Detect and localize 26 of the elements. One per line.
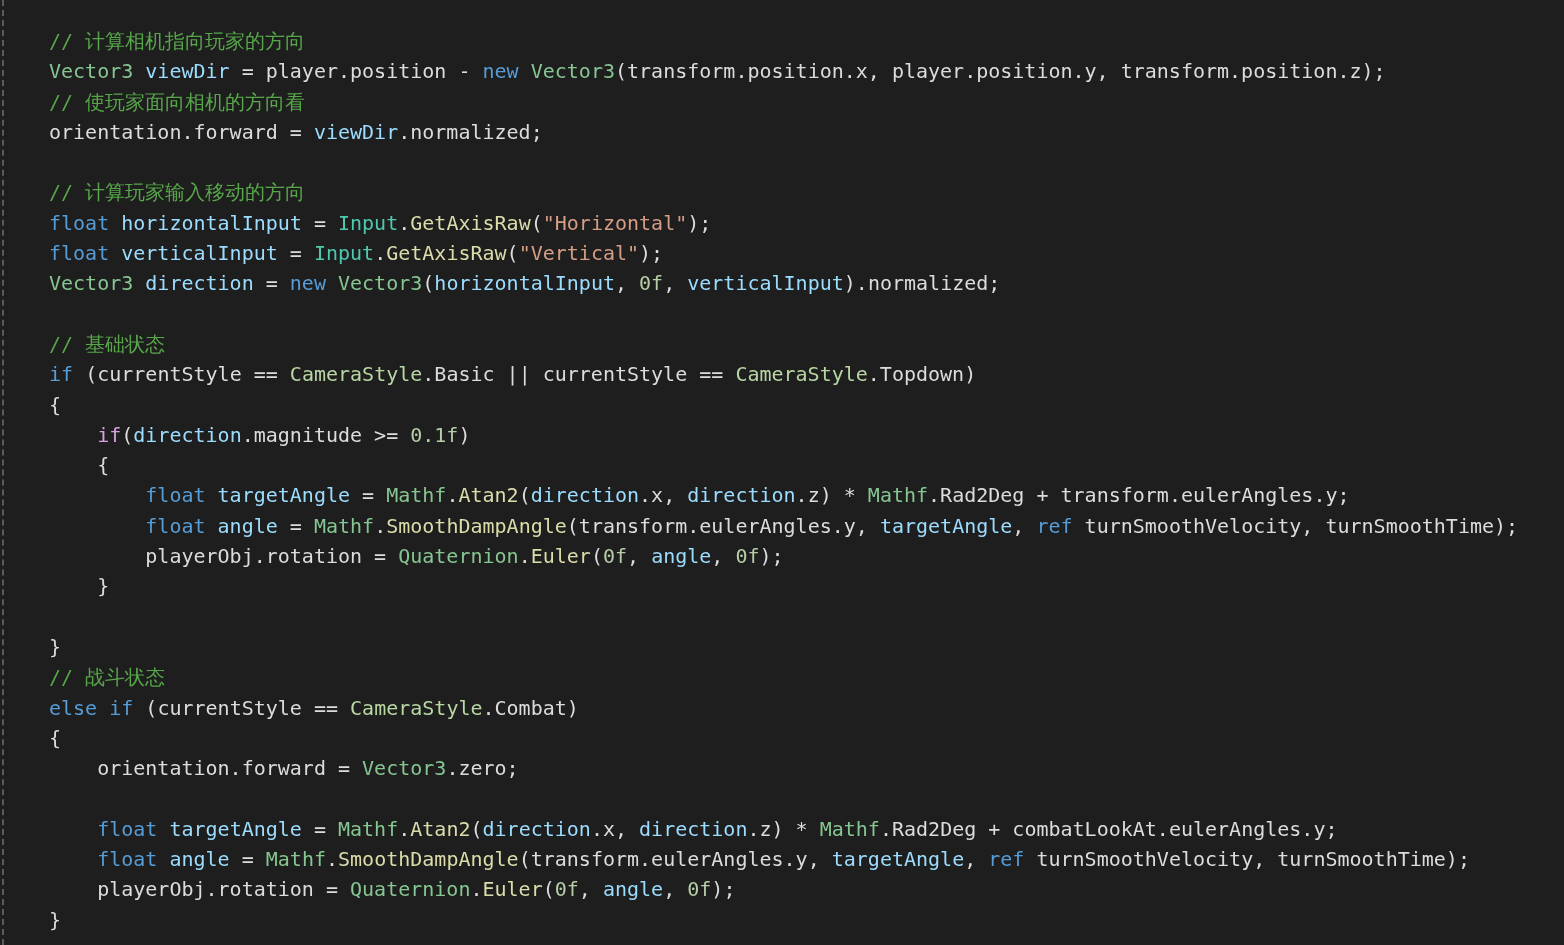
- code-line: }: [96, 574, 110, 599]
- code-line: orientation.forward = Vector3.zero;: [96, 756, 519, 781]
- code-line: Vector3 direction = new Vector3(horizontalInput, 0f, verticalInput).normalized;: [49, 271, 1001, 296]
- code-line: {: [49, 392, 62, 417]
- code-line: float angle = Mathf.SmoothDampAngle(transform.eulerAngles.y, targetAngle, ref turnSmoothVelocity, turnSmoothTime);: [96, 847, 1470, 871]
- code-line: playerObj.rotation = Quaternion.Euler(0f, angle, 0f);: [144, 544, 784, 569]
- code-line: // 战斗状态: [49, 665, 166, 690]
- code-line: if (currentStyle == CameraStyle.Basic || currentStyle == CameraStyle.Topdown): [49, 362, 977, 387]
- code-line: if(direction.magnitude >= 0.1f): [96, 422, 471, 447]
- code-line: }: [49, 907, 62, 932]
- code-line: {: [49, 725, 62, 750]
- code-line: playerObj.rotation = Quaternion.Euler(0f, angle, 0f);: [96, 877, 736, 902]
- code-line: Vector3 viewDir = player.position - new Vector3(transform.position.x, player.position.y, transform.position.z);: [49, 59, 1386, 84]
- code-line: }: [49, 634, 62, 659]
- code-line: float verticalInput = Input.GetAxisRaw("Vertical");: [49, 241, 664, 266]
- code-line: {: [96, 453, 110, 478]
- code-line: float horizontalInput = Input.GetAxisRaw("Horizontal");: [49, 210, 712, 235]
- code-line: float targetAngle = Mathf.Atan2(direction.x, direction.z) * Mathf.Rad2Deg + transform.eulerAngles.y;: [144, 483, 1350, 508]
- code-line: float targetAngle = Mathf.Atan2(direction.x, direction.z) * Mathf.Rad2Deg + combatLookAt.eulerAngles.y;: [96, 816, 1338, 841]
- code-line: // 计算玩家输入移动的方向: [49, 180, 306, 205]
- code-line: float angle = Mathf.SmoothDampAngle(transform.eulerAngles.y, targetAngle, ref turnSmoothVelocity, turnSmoothTime);: [144, 513, 1519, 538]
- code-line: // 基础状态: [49, 331, 166, 356]
- code-line: orientation.forward = viewDir.normalized;: [49, 119, 543, 144]
- code-line: // 使玩家面向相机的方向看: [49, 89, 306, 114]
- code-line: // 计算相机指向玩家的方向: [49, 29, 306, 53]
- code-line: else if (currentStyle == CameraStyle.Combat): [49, 695, 579, 720]
